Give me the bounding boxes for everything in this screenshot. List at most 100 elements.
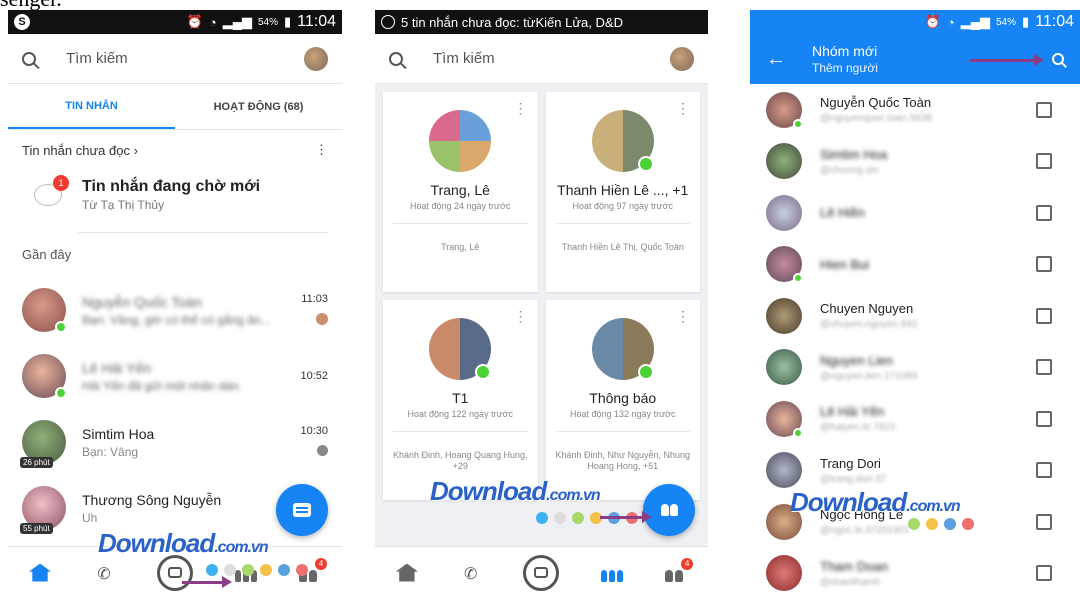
avatar bbox=[766, 452, 802, 489]
person-name: Trang Dori bbox=[820, 455, 881, 471]
watermark-brand: Download bbox=[790, 487, 907, 517]
person-username: @nguyenquoc.toan.5638 bbox=[820, 113, 932, 125]
group-card[interactable]: ⋮ Thanh Hiền Lê ..., +1 Hoạt động 97 ngà… bbox=[545, 92, 700, 292]
camera-button[interactable] bbox=[157, 554, 193, 591]
groups-icon[interactable] bbox=[601, 564, 624, 582]
home-icon[interactable]: 1 bbox=[29, 563, 51, 582]
watermark-logo: Download.com.vn bbox=[98, 528, 269, 559]
select-checkbox[interactable] bbox=[1036, 101, 1052, 118]
select-checkbox[interactable] bbox=[1036, 204, 1052, 221]
people-icon[interactable]: 4 bbox=[665, 557, 694, 582]
person-name: Nguyen Lien bbox=[820, 352, 893, 368]
conversation-time: 10:30 bbox=[300, 425, 328, 437]
select-checkbox[interactable] bbox=[1036, 565, 1052, 582]
search-placeholder[interactable]: Tìm kiếm bbox=[433, 50, 670, 67]
online-indicator bbox=[475, 364, 492, 380]
kebab-menu-icon[interactable]: ⋮ bbox=[676, 308, 690, 325]
list-item[interactable]: Tham Doan @doanthamh bbox=[750, 548, 1080, 598]
conversation-name: Nguyễn Quốc Toàn bbox=[82, 293, 202, 310]
search-icon[interactable] bbox=[389, 51, 403, 66]
search-icon[interactable] bbox=[22, 51, 36, 66]
phone-icon[interactable]: ✆ bbox=[93, 564, 115, 583]
people-badge: 4 bbox=[315, 557, 327, 570]
new-message-button[interactable] bbox=[276, 484, 328, 536]
list-item[interactable]: Chuyen Nguyen @chuyen.nguyen.942 bbox=[750, 290, 1080, 342]
tab-activity[interactable]: HOẠT ĐỘNG (68) bbox=[175, 84, 342, 129]
group-card[interactable]: ⋮ Trang, Lê Hoạt động 24 ngày trước Tran… bbox=[383, 92, 538, 292]
search-placeholder[interactable]: Tìm kiếm bbox=[66, 50, 304, 67]
avatar bbox=[766, 194, 802, 231]
annotation-arrow bbox=[600, 511, 652, 523]
conversation-item[interactable]: Lê Hải Yến Hải Yến đã gửi một nhãn dán. 1… bbox=[8, 343, 342, 409]
list-item[interactable]: Nguyễn Quốc Toàn @nguyenquoc.toan.5638 bbox=[750, 84, 1080, 136]
chevron-right-icon: › bbox=[133, 142, 138, 158]
avatar bbox=[766, 143, 802, 180]
select-checkbox[interactable] bbox=[1036, 307, 1052, 324]
list-item[interactable]: Nguyen Lien @nguyen.lien.171089 bbox=[750, 342, 1080, 394]
back-arrow-icon[interactable]: ← bbox=[766, 48, 786, 71]
camera-button[interactable] bbox=[523, 554, 560, 591]
conversation-item[interactable]: 26 phút Simtim Hoa Bạn: Vâng 10:30 bbox=[8, 409, 342, 475]
avatar bbox=[766, 555, 802, 592]
list-item[interactable]: Hien Bui bbox=[750, 239, 1080, 291]
battery-percent: 54% bbox=[257, 16, 278, 28]
pending-messages[interactable]: 1 Tin nhắn đang chờ mới Từ Tạ Thị Thủy bbox=[8, 170, 342, 232]
group-avatar bbox=[591, 110, 654, 172]
select-checkbox[interactable] bbox=[1036, 462, 1052, 479]
create-group-button[interactable] bbox=[643, 484, 695, 536]
person-username: @haiyen.le.7923 bbox=[820, 422, 896, 434]
groups-grid: ⋮ Trang, Lê Hoạt động 24 ngày trước Tran… bbox=[375, 84, 708, 500]
tab-messages[interactable]: TIN NHẮN bbox=[8, 84, 175, 129]
list-item[interactable]: Lê Hải Yến @haiyen.le.7923 bbox=[750, 393, 1080, 445]
conversation-name: Simtim Hoa bbox=[82, 425, 155, 442]
select-checkbox[interactable] bbox=[1036, 410, 1052, 427]
kebab-menu-icon[interactable]: ⋮ bbox=[514, 100, 528, 117]
conversation-time: 10:52 bbox=[300, 370, 328, 382]
online-indicator bbox=[637, 156, 654, 172]
wifi-icon: ◔ bbox=[208, 14, 217, 30]
select-checkbox[interactable] bbox=[1036, 513, 1052, 530]
phone-icon[interactable]: ✆ bbox=[460, 564, 482, 583]
whatsapp-icon bbox=[381, 15, 395, 29]
active-time-badge: 55 phút bbox=[20, 523, 53, 534]
avatar: 55 phút bbox=[20, 486, 66, 534]
kebab-menu-icon[interactable]: ⋮ bbox=[676, 100, 690, 117]
watermark-dots bbox=[908, 518, 974, 530]
list-item[interactable]: Lê Hiền bbox=[750, 187, 1080, 239]
avatar[interactable] bbox=[304, 46, 328, 71]
avatar bbox=[766, 91, 803, 129]
group-card[interactable]: ⋮ T1 Hoạt động 122 ngày trước Khánh Đinh… bbox=[383, 300, 538, 500]
select-checkbox[interactable] bbox=[1036, 359, 1052, 376]
bottom-nav: 1 ✆ 4 bbox=[375, 546, 708, 598]
kebab-menu-icon[interactable]: ⋮ bbox=[514, 308, 528, 325]
select-checkbox[interactable] bbox=[1036, 256, 1052, 273]
watermark-tld: .com.vn bbox=[546, 487, 600, 504]
kebab-menu-icon[interactable]: ⋮ bbox=[315, 142, 328, 158]
conversation-preview: Hải Yến đã gửi một nhãn dán. bbox=[82, 378, 242, 393]
select-checkbox[interactable] bbox=[1036, 153, 1052, 170]
conversation-item[interactable]: Nguyễn Quốc Toàn Bạn: Vâng, giờ có thể có… bbox=[8, 277, 342, 343]
alarm-icon: ⏰ bbox=[924, 14, 941, 29]
status-bar: S ⏰ ◔ ▂▄▆ 54% ▮ 11:04 bbox=[8, 10, 342, 34]
unread-row[interactable]: Tin nhắn chưa đọc › ⋮ bbox=[8, 130, 342, 170]
list-item[interactable]: Simtim Hoa @chuong.sin bbox=[750, 136, 1080, 188]
search-bar[interactable]: Tìm kiếm bbox=[375, 34, 708, 84]
home-icon[interactable]: 1 bbox=[395, 563, 418, 582]
pending-title: Tin nhắn đang chờ mới bbox=[82, 178, 261, 195]
group-card[interactable]: ⋮ Thông báo Hoạt động 132 ngày trước Khá… bbox=[545, 300, 700, 500]
compose-icon bbox=[293, 503, 311, 517]
avatar[interactable] bbox=[670, 46, 694, 71]
person-username: @trang.dori.37 bbox=[820, 473, 887, 485]
unread-badge: 1 bbox=[53, 175, 69, 191]
status-bar: ⏰ ◔ ▂▄▆ 54% ▮ 11:04 bbox=[750, 10, 1080, 34]
active-time-badge: 26 phút bbox=[20, 457, 53, 468]
search-icon[interactable] bbox=[1052, 53, 1064, 65]
group-avatar bbox=[429, 318, 492, 380]
signal-icon: ▂▄▆ bbox=[222, 14, 252, 29]
conversation-name: Lê Hải Yến bbox=[82, 359, 152, 376]
search-bar[interactable]: Tìm kiếm bbox=[8, 34, 342, 84]
signal-icon: ▂▄▆ bbox=[960, 14, 990, 29]
group-name: T1 bbox=[452, 390, 469, 406]
person-name: Hien Bui bbox=[820, 256, 870, 272]
group-activity: Hoạt động 97 ngày trước bbox=[572, 201, 674, 211]
